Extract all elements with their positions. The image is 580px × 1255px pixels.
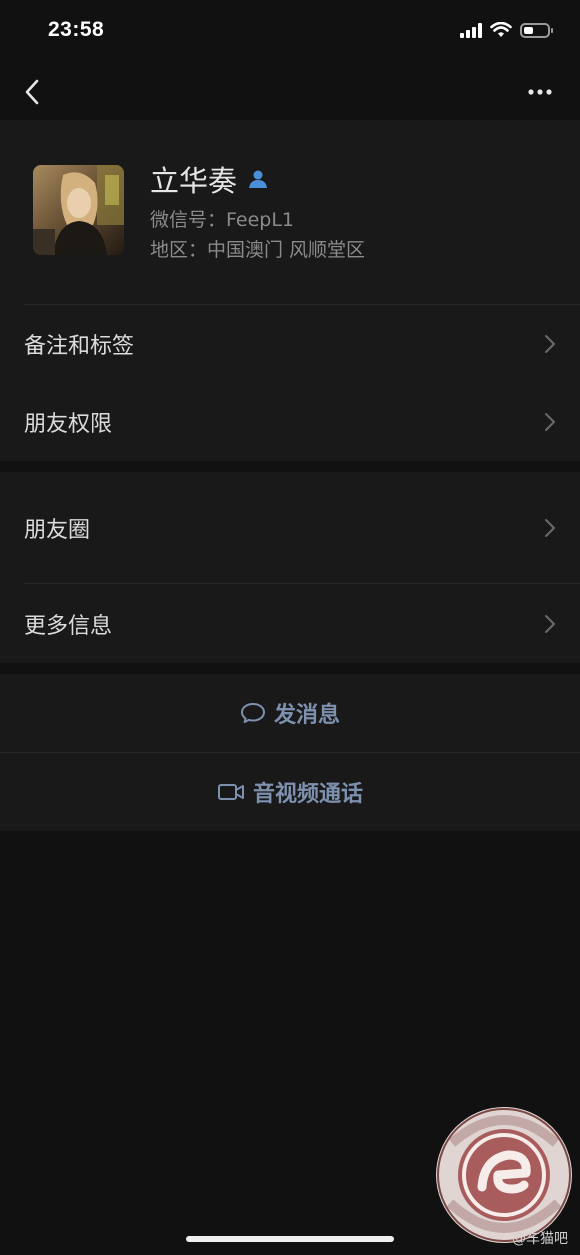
home-indicator[interactable] [186,1236,394,1242]
battery-icon [520,22,553,38]
video-camera-icon [217,784,244,800]
send-message-button[interactable]: 发消息 [0,674,580,752]
battery-level [524,26,533,34]
status-time: 23:58 [48,18,105,41]
row-label: 更多信息 [24,613,113,639]
wechat-id: 微信号：FeepL1 [150,209,295,231]
status-icons [460,22,553,38]
signal-icon [460,22,482,38]
watermark-caption: @车猫吧 [512,1231,568,1247]
send-message-label: 发消息 [273,703,340,728]
menu-group-2: 朋友圈 更多信息 [0,472,580,663]
chat-bubble-icon [240,703,265,723]
friend-permissions-row[interactable]: 朋友权限 [0,383,580,461]
video-call-button[interactable]: 音视频通话 [0,753,580,831]
remarks-tags-row[interactable]: 备注和标签 [0,305,580,383]
more-options-icon[interactable] [522,76,558,108]
name-row: 立华奏 [150,158,269,200]
nav-bar [0,64,580,120]
profile-header: 立华奏 微信号：FeepL1 地区：中国澳门 风顺堂区 [0,120,580,304]
row-label: 朋友权限 [24,412,113,437]
wifi-icon [490,22,512,37]
video-call-label: 音视频通话 [252,782,363,807]
chevron-right-icon [545,413,555,431]
chevron-right-icon [545,335,555,353]
row-label: 备注和标签 [24,334,135,359]
chevron-right-icon [545,614,555,633]
contact-badge-icon [249,170,268,188]
status-bar: 23:58 [0,0,580,64]
chevron-right-icon [545,518,555,537]
action-group: 发消息 音视频通话 [0,674,580,831]
menu-group-1: 备注和标签 朋友权限 [0,304,580,461]
watermark-seal [436,1107,572,1243]
profile-name: 立华奏 [150,164,238,198]
more-info-row[interactable]: 更多信息 [0,584,580,663]
region: 地区：中国澳门 风顺堂区 [150,239,366,261]
moments-row[interactable]: 朋友圈 [0,472,580,583]
avatar[interactable] [33,165,124,255]
back-icon[interactable] [18,76,50,108]
row-label: 朋友圈 [24,517,91,543]
